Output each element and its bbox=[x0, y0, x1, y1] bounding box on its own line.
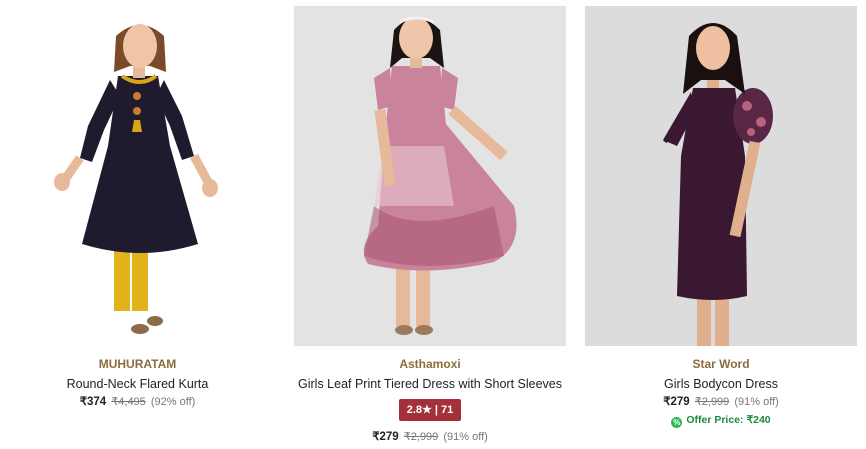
rating-badge[interactable]: 2.8★ | 71 bbox=[398, 399, 462, 421]
product-name[interactable]: Girls Bodycon Dress bbox=[585, 377, 857, 392]
product-image-1[interactable] bbox=[0, 6, 275, 346]
offer-price: % Offer Price: ₹240 bbox=[585, 414, 857, 428]
rating-row: 2.8★ | 71 bbox=[294, 392, 566, 421]
product-mrp: ₹2,999 bbox=[694, 396, 730, 408]
product-price: ₹374 bbox=[79, 396, 107, 408]
product-brand[interactable]: MUHURATAM bbox=[0, 357, 275, 371]
product-brand[interactable]: Star Word bbox=[585, 357, 857, 371]
product-info-2: Asthamoxi Girls Leaf Print Tiered Dress … bbox=[294, 357, 566, 444]
price-row: ₹374 ₹4,495 (92% off) bbox=[0, 396, 275, 409]
product-price: ₹279 bbox=[663, 396, 690, 408]
price-row: ₹279 ₹2,999 (91% off) bbox=[585, 396, 857, 409]
product-image-2[interactable] bbox=[294, 6, 566, 346]
product-name[interactable]: Girls Leaf Print Tiered Dress with Short… bbox=[294, 377, 566, 392]
product-discount: (91% off) bbox=[734, 396, 779, 408]
product-discount: (92% off) bbox=[150, 396, 196, 408]
offer-price-text: Offer Price: ₹240 bbox=[686, 414, 771, 426]
product-mrp: ₹2,999 bbox=[403, 431, 439, 443]
product-brand[interactable]: Asthamoxi bbox=[294, 357, 566, 371]
price-row: ₹279 ₹2,999 (91% off) bbox=[294, 431, 566, 444]
product-discount: (91% off) bbox=[443, 431, 488, 443]
product-name[interactable]: Round-Neck Flared Kurta bbox=[0, 377, 275, 392]
product-photo-bodycon-dress bbox=[663, 23, 773, 346]
product-photo-tiered-dress bbox=[363, 16, 517, 335]
product-price: ₹279 bbox=[372, 431, 399, 443]
product-info-3: Star Word Girls Bodycon Dress ₹279 ₹2,99… bbox=[585, 357, 857, 428]
product-info-1: MUHURATAM Round-Neck Flared Kurta ₹374 ₹… bbox=[0, 357, 275, 409]
product-mrp: ₹4,495 bbox=[111, 396, 146, 408]
product-photo-kurta bbox=[54, 24, 218, 334]
offer-tag-icon: % bbox=[671, 417, 683, 428]
product-image-3[interactable] bbox=[585, 6, 857, 346]
